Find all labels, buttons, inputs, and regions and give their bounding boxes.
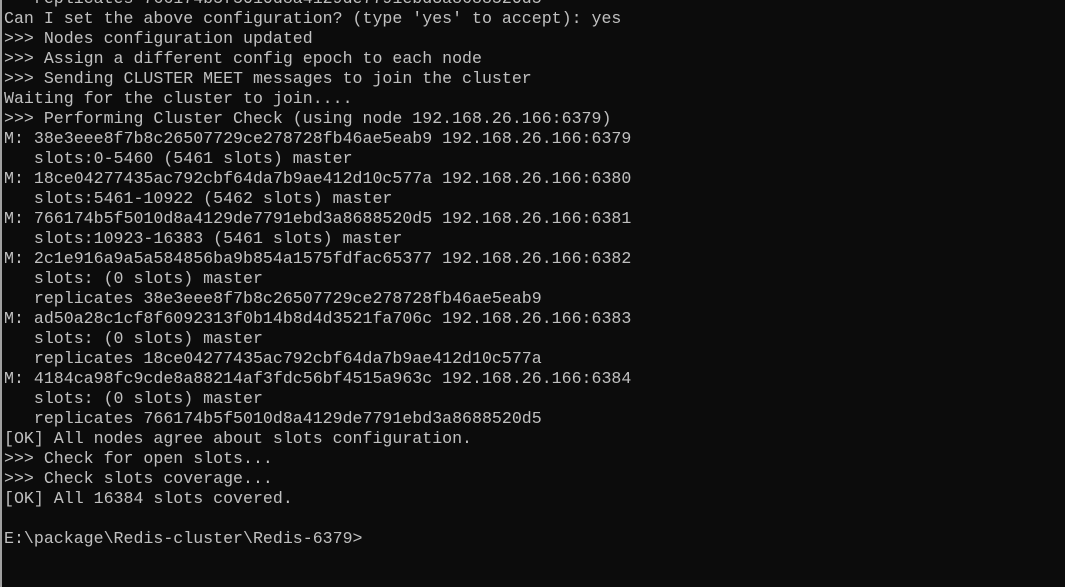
terminal-line: >>> Check slots coverage... (4, 469, 273, 488)
terminal-line: M: 766174b5f5010d8a4129de7791ebd3a868852… (4, 209, 632, 228)
terminal-line: M: ad50a28c1cf8f6092313f0b14b8d4d3521fa7… (4, 309, 632, 328)
terminal-line: Waiting for the cluster to join.... (4, 89, 353, 108)
terminal-line: >>> Sending CLUSTER MEET messages to joi… (4, 69, 532, 88)
terminal-line: replicates 38e3eee8f7b8c26507729ce278728… (4, 289, 542, 308)
terminal-line: M: 18ce04277435ac792cbf64da7b9ae412d10c5… (4, 169, 632, 188)
terminal-line: M: 4184ca98fc9cde8a88214af3fdc56bf4515a9… (4, 369, 632, 388)
window-left-border (0, 0, 2, 587)
terminal-line: >>> Check for open slots... (4, 449, 273, 468)
terminal-line: slots: (0 slots) master (4, 389, 263, 408)
terminal-output[interactable]: replicates 766174b5f5010d8a4129de7791ebd… (4, 0, 1065, 549)
command-prompt[interactable]: E:\package\Redis-cluster\Redis-6379> (4, 529, 1065, 549)
terminal-line: slots:5461-10922 (5462 slots) master (4, 189, 393, 208)
terminal-line: replicates 766174b5f5010d8a4129de7791ebd… (4, 409, 542, 428)
terminal-line: [OK] All nodes agree about slots configu… (4, 429, 473, 448)
terminal-line: replicates 18ce04277435ac792cbf64da7b9ae… (4, 349, 542, 368)
terminal-line: >>> Assign a different config epoch to e… (4, 49, 482, 68)
terminal-line: slots: (0 slots) master (4, 269, 263, 288)
terminal-line: replicates 766174b5f5010d8a4129de7791ebd… (4, 0, 1065, 9)
terminal-line: >>> Performing Cluster Check (using node… (4, 109, 612, 128)
terminal-line: slots:0-5460 (5461 slots) master (4, 149, 353, 168)
terminal-line: Can I set the above configuration? (type… (4, 9, 622, 28)
terminal-line: slots: (0 slots) master (4, 329, 263, 348)
terminal-line: [OK] All 16384 slots covered. (4, 489, 293, 508)
terminal-line: slots:10923-16383 (5461 slots) master (4, 229, 403, 248)
terminal-line: M: 38e3eee8f7b8c26507729ce278728fb46ae5e… (4, 129, 632, 148)
terminal-line: M: 2c1e916a9a5a584856ba9b854a1575fdfac65… (4, 249, 632, 268)
terminal-line: >>> Nodes configuration updated (4, 29, 313, 48)
